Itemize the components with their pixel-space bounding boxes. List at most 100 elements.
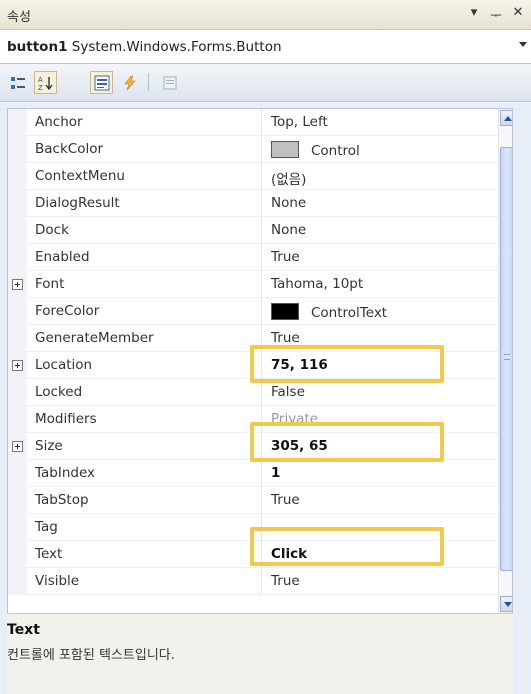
- column-divider[interactable]: [261, 406, 262, 433]
- scroll-up-button[interactable]: [500, 110, 512, 126]
- chevron-down-icon[interactable]: [519, 42, 527, 47]
- property-name: Anchor: [35, 114, 83, 130]
- property-value[interactable]: Control: [271, 141, 360, 159]
- property-value-text: True: [271, 492, 300, 508]
- description-panel: Text 컨트롤에 포함된 텍스트입니다.: [7, 613, 513, 694]
- expand-plus-icon[interactable]: [12, 441, 23, 452]
- property-value[interactable]: True: [271, 573, 300, 589]
- property-value-text: 1: [271, 465, 281, 481]
- property-row-tabstop[interactable]: TabStop True: [8, 487, 512, 514]
- auto-hide-pin-icon[interactable]: ᅮ: [489, 5, 503, 24]
- row-gutter: [8, 568, 27, 595]
- property-name: Text: [35, 546, 63, 562]
- property-row-enabled[interactable]: Enabled True: [8, 244, 512, 271]
- row-gutter: [8, 298, 27, 325]
- property-value[interactable]: None: [271, 222, 306, 238]
- property-row-modifiers[interactable]: Modifiers Private: [8, 406, 512, 433]
- property-row-font[interactable]: Font Tahoma, 10pt: [8, 271, 512, 298]
- column-divider[interactable]: [261, 460, 262, 487]
- categorized-button[interactable]: [6, 71, 29, 94]
- column-divider[interactable]: [261, 514, 262, 541]
- property-row-dialogresult[interactable]: DialogResult None: [8, 190, 512, 217]
- column-divider[interactable]: [261, 352, 262, 379]
- property-value[interactable]: True: [271, 330, 300, 346]
- scrollbar-thumb[interactable]: [500, 147, 512, 571]
- properties-button[interactable]: [90, 71, 113, 94]
- description-title: Text: [7, 622, 40, 638]
- property-row-visible[interactable]: Visible True: [8, 568, 512, 595]
- column-divider[interactable]: [261, 163, 262, 190]
- property-row-dock[interactable]: Dock None: [8, 217, 512, 244]
- events-button[interactable]: [118, 71, 141, 94]
- row-gutter: [8, 163, 27, 190]
- property-name: ContextMenu: [35, 168, 125, 184]
- expand-plus-icon[interactable]: [12, 279, 23, 290]
- row-gutter: [8, 190, 27, 217]
- column-divider[interactable]: [261, 541, 262, 568]
- column-divider[interactable]: [261, 271, 262, 298]
- property-value[interactable]: 305, 65: [271, 438, 328, 454]
- property-row-generatemember[interactable]: GenerateMember True: [8, 325, 512, 352]
- column-divider[interactable]: [261, 433, 262, 460]
- vertical-scrollbar[interactable]: [498, 109, 512, 614]
- column-divider[interactable]: [261, 136, 262, 163]
- property-value[interactable]: Click: [271, 546, 307, 562]
- property-value[interactable]: (없음): [271, 168, 306, 188]
- property-value-text: 305, 65: [271, 438, 328, 454]
- thumb-grip-icon: [504, 354, 510, 360]
- column-divider[interactable]: [261, 244, 262, 271]
- property-value[interactable]: False: [271, 384, 305, 400]
- property-row-location[interactable]: Location 75, 116: [8, 352, 512, 379]
- property-pages-icon: [163, 76, 177, 90]
- row-gutter: [8, 514, 27, 541]
- column-divider[interactable]: [261, 487, 262, 514]
- property-value[interactable]: Private: [271, 411, 318, 427]
- column-divider[interactable]: [261, 190, 262, 217]
- property-value[interactable]: None: [271, 195, 306, 211]
- property-value-text: True: [271, 573, 300, 589]
- alphabetical-button[interactable]: A Z: [34, 71, 57, 94]
- row-gutter: [8, 136, 27, 163]
- column-divider[interactable]: [261, 217, 262, 244]
- window-position-dropdown-icon[interactable]: ▾: [467, 5, 481, 24]
- property-row-tabindex[interactable]: TabIndex 1: [8, 460, 512, 487]
- column-divider[interactable]: [261, 298, 262, 325]
- property-value[interactable]: Tahoma, 10pt: [271, 276, 363, 292]
- property-row-backcolor[interactable]: BackColor Control: [8, 136, 512, 163]
- property-row-tag[interactable]: Tag: [8, 514, 512, 541]
- property-value[interactable]: 75, 116: [271, 357, 328, 373]
- close-icon[interactable]: ✕: [511, 5, 525, 24]
- property-value[interactable]: Top, Left: [271, 114, 328, 130]
- svg-text:A: A: [38, 76, 43, 84]
- property-name: ForeColor: [35, 303, 100, 319]
- property-value[interactable]: 1: [271, 465, 280, 481]
- property-name: Visible: [35, 573, 80, 589]
- property-row-text[interactable]: Text Click: [8, 541, 512, 568]
- property-name: Modifiers: [35, 411, 97, 427]
- property-name: Font: [35, 276, 65, 292]
- property-pages-button[interactable]: [158, 71, 181, 94]
- properties-icon: [94, 75, 110, 91]
- property-row-contextmenu[interactable]: ContextMenu (없음): [8, 163, 512, 190]
- column-divider[interactable]: [261, 379, 262, 406]
- scroll-down-button[interactable]: [500, 596, 512, 612]
- object-selector-dropdown[interactable]: button1 System.Windows.Forms.Button: [0, 30, 531, 64]
- column-divider[interactable]: [261, 568, 262, 595]
- row-gutter: [8, 541, 27, 568]
- color-swatch: [271, 141, 299, 158]
- properties-title-bar: 속성 ▾ ᅮ ✕: [0, 0, 531, 30]
- property-value-text: ControlText: [311, 305, 388, 321]
- property-row-size[interactable]: Size 305, 65: [8, 433, 512, 460]
- property-value[interactable]: True: [271, 492, 300, 508]
- property-row-anchor[interactable]: Anchor Top, Left: [8, 109, 512, 136]
- property-value[interactable]: ControlText: [271, 303, 387, 321]
- property-value[interactable]: True: [271, 249, 300, 265]
- object-selector-text: button1 System.Windows.Forms.Button: [7, 39, 282, 55]
- column-divider[interactable]: [261, 325, 262, 352]
- property-name: Dock: [35, 222, 69, 238]
- property-row-locked[interactable]: Locked False: [8, 379, 512, 406]
- expand-plus-icon[interactable]: [12, 360, 23, 371]
- property-value-text: Top, Left: [271, 114, 328, 130]
- property-row-forecolor[interactable]: ForeColor ControlText: [8, 298, 512, 325]
- column-divider[interactable]: [261, 109, 262, 136]
